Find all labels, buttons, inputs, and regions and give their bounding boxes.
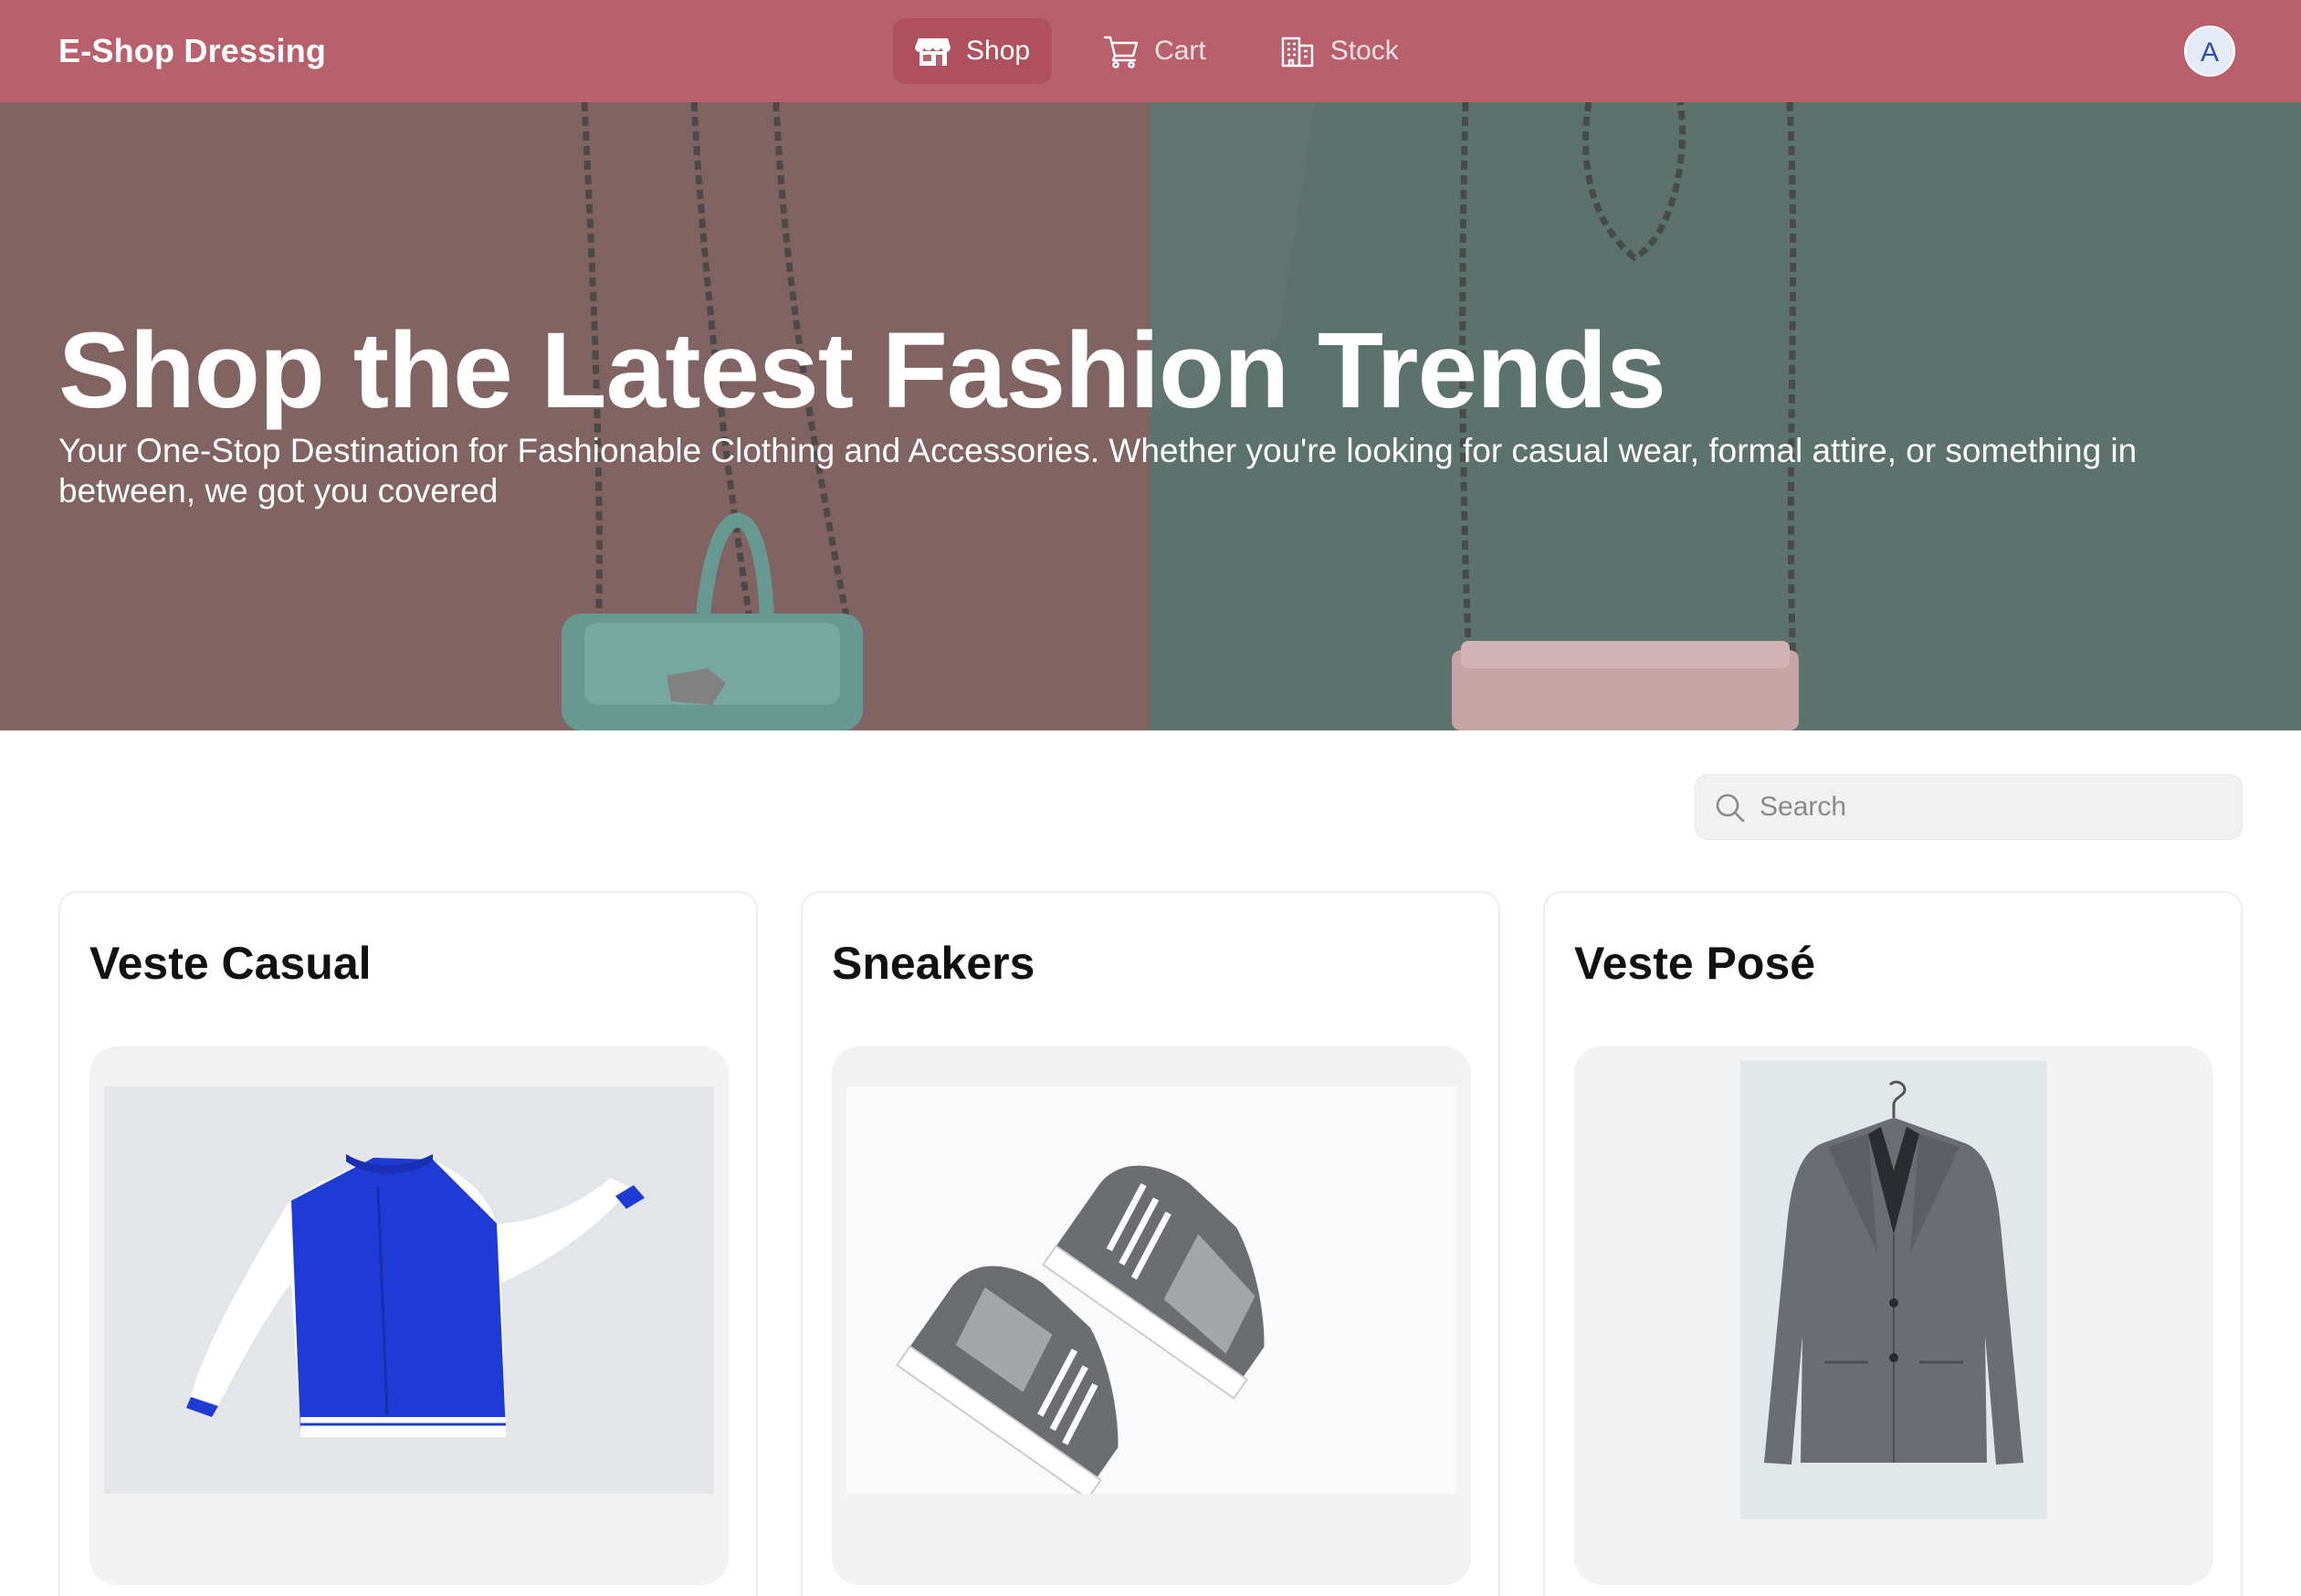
top-navbar: E-Shop Dressing Shop Cart Stock A — [0, 0, 2301, 102]
nav-shop[interactable]: Shop — [893, 18, 1053, 84]
product-image-frame — [1574, 1046, 2213, 1585]
nav-shop-label: Shop — [966, 36, 1031, 66]
nav-cart[interactable]: Cart — [1081, 18, 1228, 84]
cart-icon — [1103, 36, 1139, 68]
hero-subtitle: Your One-Stop Destination for Fashionabl… — [58, 432, 2138, 509]
search-box — [1695, 774, 2243, 840]
product-title: Veste Posé — [1574, 938, 1816, 989]
product-card[interactable]: Veste Posé — [1543, 891, 2243, 1596]
product-image-frame — [832, 1046, 1471, 1585]
sneakers-image[interactable] — [846, 1087, 1456, 1494]
nav-cart-label: Cart — [1154, 36, 1206, 66]
blazer-image[interactable] — [1740, 1061, 2047, 1519]
product-image-frame — [89, 1046, 729, 1585]
search-icon — [1716, 793, 1745, 823]
nav-stock-label: Stock — [1329, 36, 1399, 66]
hero-banner: Shop the Latest Fashion Trends Your One-… — [0, 102, 2301, 730]
product-card[interactable]: Sneakers — [801, 891, 1500, 1596]
user-avatar[interactable]: A — [2184, 26, 2235, 77]
product-card[interactable]: Veste Casual — [58, 891, 758, 1596]
jacket-image[interactable] — [104, 1087, 714, 1494]
product-title: Veste Casual — [89, 938, 372, 989]
search-input[interactable] — [1760, 775, 2225, 839]
brand-logo[interactable]: E-Shop Dressing — [58, 31, 326, 71]
hero-title: Shop the Latest Fashion Trends — [58, 310, 1666, 431]
product-title: Sneakers — [832, 938, 1035, 989]
building-icon — [1281, 37, 1313, 68]
main-nav: Shop Cart Stock — [893, 18, 1421, 84]
store-icon — [915, 38, 951, 66]
nav-stock[interactable]: Stock — [1257, 18, 1421, 84]
